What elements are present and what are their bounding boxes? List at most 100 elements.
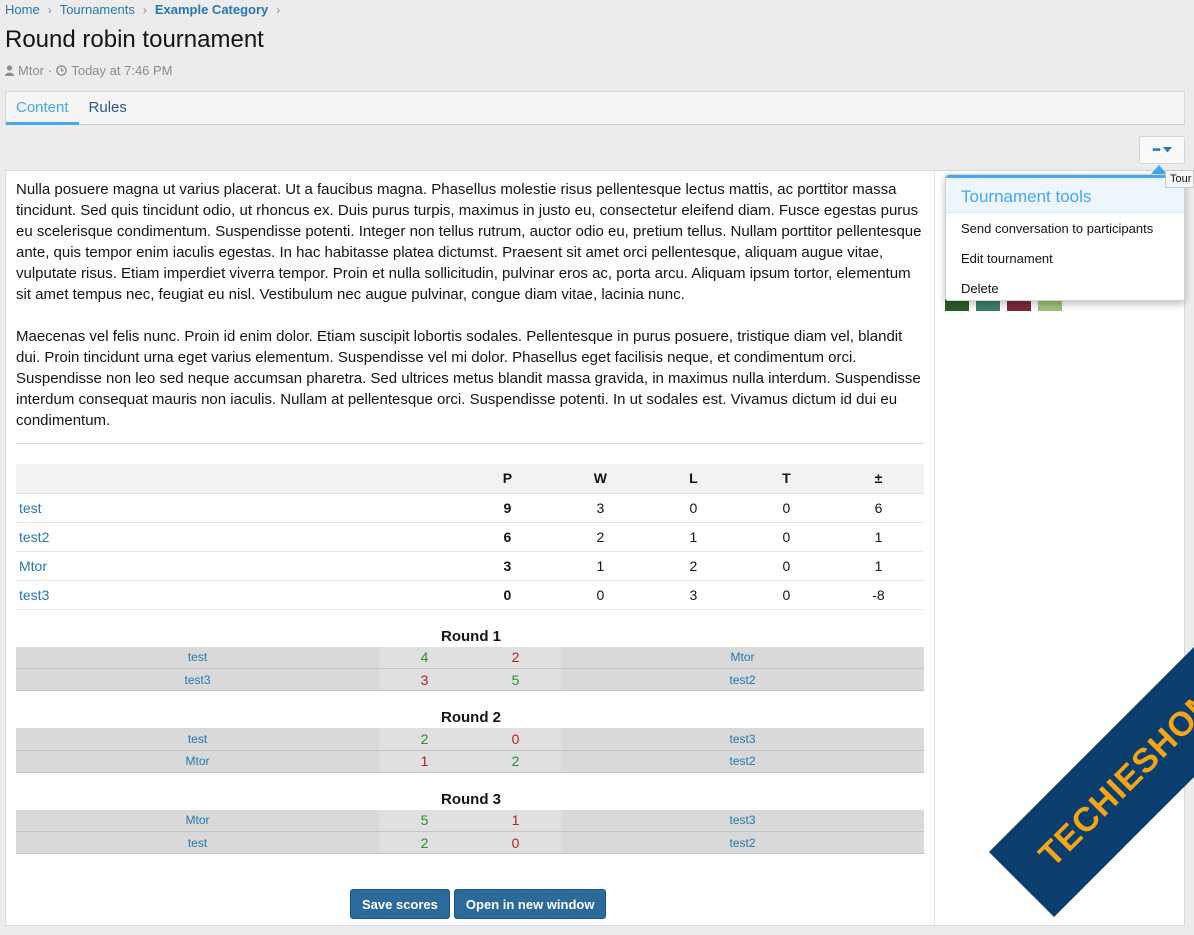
away-player-link[interactable]: test2 (561, 831, 924, 854)
round-title: Round 2 (441, 709, 501, 726)
ties-cell: 0 (739, 493, 833, 523)
meta-separator: · (48, 63, 53, 78)
round-matches-table: Mtor 5 1 test3 test 2 0 test2 (16, 809, 924, 854)
breadcrumb-home[interactable]: Home (5, 2, 40, 17)
home-score[interactable]: 1 (379, 750, 470, 773)
match-row: test 4 2 Mtor (16, 646, 924, 669)
home-player-link[interactable]: test (16, 831, 379, 854)
home-player-link[interactable]: Mtor (16, 809, 379, 832)
column-header-team (16, 464, 461, 494)
home-score[interactable]: 2 (379, 728, 470, 751)
losses-cell: 1 (646, 522, 740, 552)
away-score[interactable]: 5 (470, 668, 561, 691)
losses-cell: 2 (646, 551, 740, 581)
divider (16, 443, 924, 444)
standings-table: P W L T ± test 9 3 0 0 6 test2 6 2 1 0 1… (16, 464, 924, 610)
column-header-points: P (460, 464, 554, 494)
diff-cell: 1 (832, 551, 924, 581)
home-player-link[interactable]: Mtor (16, 750, 379, 773)
caret-down-icon (1162, 147, 1172, 153)
table-row: Mtor 3 1 2 0 1 (16, 551, 924, 581)
author-link[interactable]: Mtor (18, 63, 44, 78)
column-header-losses: L (646, 464, 740, 494)
away-score[interactable]: 0 (470, 831, 561, 854)
user-icon (5, 65, 14, 76)
team-link[interactable]: Mtor (16, 551, 461, 581)
menu-item-edit-tournament[interactable]: Edit tournament (946, 244, 1184, 274)
description-paragraph: Maecenas vel felis nunc. Proin id enim d… (16, 328, 921, 429)
open-new-window-button[interactable]: Open in new window (453, 889, 607, 919)
away-score[interactable]: 2 (470, 646, 561, 669)
page-title: Round robin tournament (5, 26, 264, 53)
table-row: test2 6 2 1 0 1 (16, 522, 924, 552)
tournament-body: Nulla posuere magna ut varius placerat. … (16, 179, 926, 854)
away-player-link[interactable]: Mtor (561, 646, 924, 669)
round-title: Round 3 (441, 790, 501, 808)
home-player-link[interactable]: test3 (16, 668, 379, 691)
team-link[interactable]: test (16, 493, 461, 523)
clock-icon (56, 65, 68, 76)
breadcrumb: Home › Tournaments › Example Category › (5, 2, 288, 17)
column-header-wins: W (553, 464, 647, 494)
save-scores-button[interactable]: Save scores (350, 889, 450, 919)
points-cell: 9 (460, 493, 554, 523)
content-tabs: Content Rules (5, 91, 1185, 125)
home-score[interactable]: 2 (379, 831, 470, 854)
ties-cell: 0 (739, 551, 833, 581)
home-score[interactable]: 4 (379, 646, 470, 669)
home-player-link[interactable]: test (16, 728, 379, 751)
points-cell: 0 (460, 580, 554, 610)
team-link[interactable]: test2 (16, 522, 461, 552)
post-time: Today at 7:46 PM (71, 63, 173, 78)
chevron-right-icon: › (142, 2, 147, 17)
diff-cell: -8 (832, 580, 924, 610)
losses-cell: 3 (646, 580, 740, 610)
action-buttons: Save scores Open in new window (350, 889, 607, 919)
column-header-diff: ± (832, 464, 924, 494)
column-header-ties: T (739, 464, 833, 494)
diff-cell: 6 (832, 493, 924, 523)
away-player-link[interactable]: test2 (561, 668, 924, 691)
menu-item-send-conversation[interactable]: Send conversation to participants (946, 214, 1184, 244)
match-row: Mtor 5 1 test3 (16, 809, 924, 832)
description-paragraph: Nulla posuere magna ut varius placerat. … (16, 181, 922, 303)
away-player-link[interactable]: test3 (561, 728, 924, 751)
sidebar-divider (934, 171, 935, 925)
match-row: test 2 0 test2 (16, 831, 924, 854)
home-score[interactable]: 5 (379, 809, 470, 832)
menu-header: Tournament tools (946, 175, 1184, 213)
breadcrumb-tournaments[interactable]: Tournaments (60, 2, 135, 17)
team-link[interactable]: test3 (16, 580, 461, 610)
match-row: test3 3 5 test2 (16, 668, 924, 691)
wins-cell: 3 (553, 493, 647, 523)
tooltip: Tour (1165, 170, 1194, 188)
tab-content[interactable]: Content (6, 92, 79, 125)
breadcrumb-category[interactable]: Example Category (155, 2, 268, 17)
away-score[interactable]: 2 (470, 750, 561, 773)
thread-meta: Mtor · Today at 7:46 PM (5, 63, 173, 78)
round-title: Round 1 (441, 627, 501, 645)
away-score[interactable]: 1 (470, 809, 561, 832)
round-matches-table: test 2 0 test3 Mtor 1 2 test2 (16, 728, 924, 773)
ties-cell: 0 (739, 522, 833, 552)
chevron-right-icon: › (276, 2, 281, 17)
wins-cell: 0 (553, 580, 647, 610)
chevron-right-icon: › (47, 2, 52, 17)
tools-menu-button[interactable]: ••• (1139, 136, 1185, 164)
tab-rules[interactable]: Rules (79, 92, 137, 125)
diff-cell: 1 (832, 522, 924, 552)
home-score[interactable]: 3 (379, 668, 470, 691)
more-icon: ••• (1152, 144, 1160, 156)
away-player-link[interactable]: test3 (561, 809, 924, 832)
home-player-link[interactable]: test (16, 646, 379, 669)
wins-cell: 2 (553, 522, 647, 552)
menu-item-delete[interactable]: Delete (946, 274, 1184, 304)
away-player-link[interactable]: test2 (561, 750, 924, 773)
tournament-tools-menu: Tournament tools Send conversation to pa… (945, 174, 1185, 301)
wins-cell: 1 (553, 551, 647, 581)
away-score[interactable]: 0 (470, 728, 561, 751)
table-row: test 9 3 0 0 6 (16, 493, 924, 523)
points-cell: 3 (460, 551, 554, 581)
match-row: Mtor 1 2 test2 (16, 750, 924, 773)
match-row: test 2 0 test3 (16, 728, 924, 751)
